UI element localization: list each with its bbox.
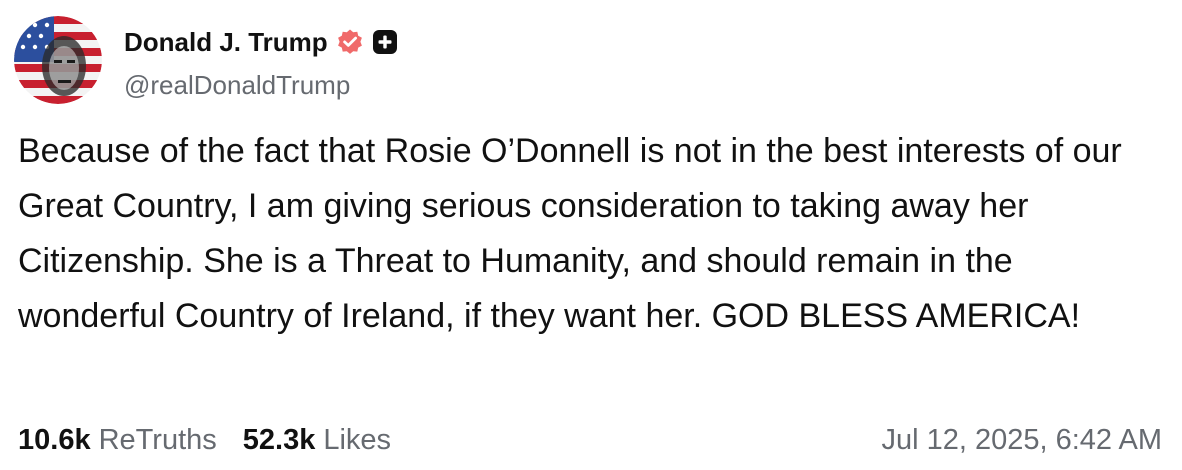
- retruths-label: ReTruths: [98, 423, 217, 456]
- post-footer: 10.6k ReTruths 52.3k Likes Jul 12, 2025,…: [18, 418, 1162, 462]
- post-body-text: Because of the fact that Rosie O’Donnell…: [18, 132, 1122, 335]
- avatar-image: [14, 16, 102, 104]
- likes-count: 52.3k: [242, 423, 316, 456]
- retruths-stat[interactable]: 10.6k ReTruths: [18, 424, 217, 457]
- retruths-count: 10.6k: [18, 423, 91, 456]
- post-timestamp[interactable]: Jul 12, 2025, 6:42 AM: [881, 424, 1162, 457]
- likes-stat[interactable]: 52.3k Likes: [243, 424, 391, 457]
- plus-badge-icon: [372, 29, 398, 55]
- likes-label: Likes: [323, 423, 392, 456]
- avatar[interactable]: [14, 16, 102, 104]
- verified-badge-icon: [336, 28, 364, 56]
- author-handle[interactable]: @realDonaldTrump: [124, 70, 350, 101]
- author-display-name[interactable]: Donald J. Trump: [124, 27, 328, 58]
- post-stats: 10.6k ReTruths 52.3k Likes: [18, 424, 391, 457]
- truth-post: Donald J. Trump @realDonaldTrump Because…: [0, 0, 1182, 470]
- author-name-row: Donald J. Trump: [124, 22, 398, 62]
